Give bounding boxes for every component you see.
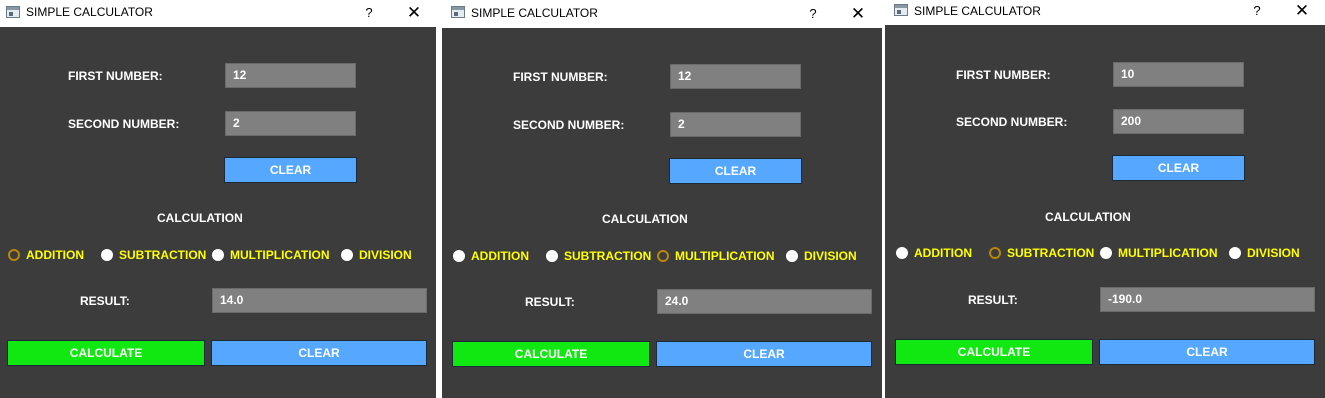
help-button[interactable]: ? — [1247, 1, 1267, 21]
calculation-heading: CALCULATION — [602, 212, 688, 226]
close-icon[interactable]: ✕ — [1291, 1, 1313, 21]
title-bar[interactable]: SIMPLE CALCULATOR ? ✕ — [442, 0, 882, 27]
calculate-button[interactable]: CALCULATE — [7, 340, 205, 366]
calculation-heading: CALCULATION — [1045, 210, 1131, 224]
calculator-panel: FIRST NUMBER: 12 SECOND NUMBER: 2 CLEAR … — [442, 28, 882, 398]
addition-label[interactable]: ADDITION — [471, 249, 529, 263]
first-number-input[interactable]: 12 — [670, 64, 801, 89]
calculator-window-3: SIMPLE CALCULATOR ? ✕ FIRST NUMBER: 10 S… — [885, 0, 1325, 398]
second-number-label: SECOND NUMBER: — [513, 118, 625, 132]
operation-radio-group: ADDITION SUBTRACTION MULTIPLICATION DIVI… — [896, 246, 1316, 263]
app-window-icon — [6, 6, 20, 18]
calculate-button[interactable]: CALCULATE — [452, 341, 650, 367]
addition-radio[interactable] — [453, 250, 465, 262]
operation-radio-group: ADDITION SUBTRACTION MULTIPLICATION DIVI… — [453, 249, 873, 266]
division-radio[interactable] — [786, 250, 798, 262]
subtraction-label[interactable]: SUBTRACTION — [119, 248, 206, 262]
first-number-input[interactable]: 10 — [1113, 62, 1244, 87]
addition-label[interactable]: ADDITION — [914, 246, 972, 260]
result-field: 14.0 — [212, 288, 427, 313]
second-number-input[interactable]: 2 — [225, 111, 356, 136]
help-button[interactable]: ? — [359, 3, 379, 23]
calculation-heading: CALCULATION — [157, 211, 243, 225]
subtraction-radio[interactable] — [546, 250, 558, 262]
division-label[interactable]: DIVISION — [804, 249, 857, 263]
result-field: 24.0 — [657, 289, 872, 314]
first-number-input[interactable]: 12 — [225, 63, 356, 88]
multiplication-radio[interactable] — [1100, 247, 1112, 259]
window-title: SIMPLE CALCULATOR — [914, 4, 1041, 18]
second-number-input[interactable]: 200 — [1113, 109, 1244, 134]
subtraction-label[interactable]: SUBTRACTION — [564, 249, 651, 263]
first-number-label: FIRST NUMBER: — [513, 70, 608, 84]
addition-radio[interactable] — [8, 249, 20, 261]
clear-all-button[interactable]: CLEAR — [1099, 339, 1315, 365]
multiplication-label[interactable]: MULTIPLICATION — [675, 249, 775, 263]
addition-label[interactable]: ADDITION — [26, 248, 84, 262]
subtraction-radio[interactable] — [989, 247, 1001, 259]
division-radio[interactable] — [341, 249, 353, 261]
first-number-label: FIRST NUMBER: — [68, 69, 163, 83]
division-label[interactable]: DIVISION — [359, 248, 412, 262]
window-title: SIMPLE CALCULATOR — [26, 5, 153, 19]
clear-all-button[interactable]: CLEAR — [211, 340, 427, 366]
app-window-icon — [451, 6, 465, 18]
second-number-input[interactable]: 2 — [670, 112, 801, 137]
second-number-label: SECOND NUMBER: — [68, 117, 180, 131]
division-radio[interactable] — [1229, 247, 1241, 259]
division-label[interactable]: DIVISION — [1247, 246, 1300, 260]
help-button[interactable]: ? — [803, 4, 823, 24]
clear-inputs-button[interactable]: CLEAR — [669, 158, 802, 184]
clear-inputs-button[interactable]: CLEAR — [1112, 155, 1245, 181]
first-number-label: FIRST NUMBER: — [956, 68, 1051, 82]
result-label: RESULT: — [525, 295, 575, 309]
result-label: RESULT: — [968, 293, 1018, 307]
calculate-button[interactable]: CALCULATE — [895, 339, 1093, 365]
calculator-window-2: SIMPLE CALCULATOR ? ✕ FIRST NUMBER: 12 S… — [442, 0, 882, 398]
operation-radio-group: ADDITION SUBTRACTION MULTIPLICATION DIVI… — [8, 248, 428, 265]
close-icon[interactable]: ✕ — [847, 4, 869, 24]
addition-radio[interactable] — [896, 247, 908, 259]
window-title: SIMPLE CALCULATOR — [471, 6, 598, 20]
result-label: RESULT: — [80, 294, 130, 308]
title-bar[interactable]: SIMPLE CALCULATOR ? ✕ — [0, 0, 436, 27]
second-number-label: SECOND NUMBER: — [956, 115, 1068, 129]
calculator-panel: FIRST NUMBER: 10 SECOND NUMBER: 200 CLEA… — [885, 25, 1325, 398]
multiplication-label[interactable]: MULTIPLICATION — [1118, 246, 1218, 260]
close-icon[interactable]: ✕ — [403, 3, 425, 23]
subtraction-label[interactable]: SUBTRACTION — [1007, 246, 1094, 260]
result-field: -190.0 — [1100, 287, 1315, 312]
clear-inputs-button[interactable]: CLEAR — [224, 157, 357, 183]
app-window-icon — [894, 4, 908, 16]
calculator-panel: FIRST NUMBER: 12 SECOND NUMBER: 2 CLEAR … — [0, 27, 436, 398]
clear-all-button[interactable]: CLEAR — [656, 341, 872, 367]
subtraction-radio[interactable] — [101, 249, 113, 261]
title-bar[interactable]: SIMPLE CALCULATOR ? ✕ — [885, 0, 1325, 25]
multiplication-label[interactable]: MULTIPLICATION — [230, 248, 330, 262]
multiplication-radio[interactable] — [212, 249, 224, 261]
multiplication-radio[interactable] — [657, 250, 669, 262]
calculator-window-1: SIMPLE CALCULATOR ? ✕ FIRST NUMBER: 12 S… — [0, 0, 436, 398]
